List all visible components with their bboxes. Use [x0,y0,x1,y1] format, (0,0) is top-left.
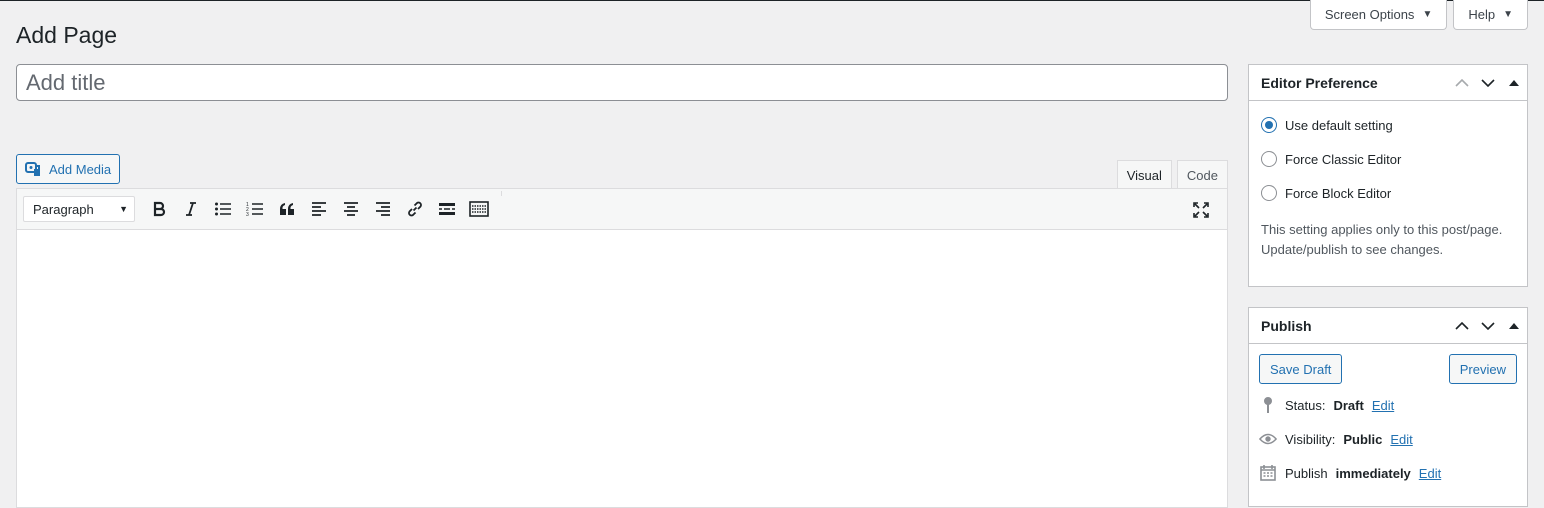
format-select-value: Paragraph [33,201,94,217]
editor-tabs: Visual Code [1116,160,1228,189]
eye-icon [1259,432,1277,446]
add-media-button[interactable]: Add Media [16,154,121,184]
editor-preference-title: Editor Preference [1261,74,1378,91]
screen-options-label: Screen Options [1324,7,1415,22]
option-default-label: Use default setting [1285,117,1393,133]
toolbar-toggle-icon[interactable] [463,194,495,224]
bold-icon[interactable] [143,194,175,224]
screen-options-button[interactable]: Screen Options ▼ [1309,0,1448,30]
page-title: Add Page [16,22,118,48]
align-left-icon[interactable] [303,194,335,224]
numbered-list-icon[interactable]: 123 [239,194,271,224]
fullscreen-icon[interactable] [1185,195,1217,225]
collapse-toggle-icon[interactable] [1501,308,1527,344]
toolbar-divider [501,191,502,196]
svg-text:3: 3 [246,212,249,217]
publish-date-label: Publish [1285,465,1328,481]
screen-meta-links: Screen Options ▼ Help ▼ [1309,0,1528,30]
box-handles [1449,308,1527,343]
option-default: Use default setting [1249,108,1527,142]
status-edit-link[interactable]: Edit [1372,398,1394,413]
collapse-toggle-icon[interactable] [1501,65,1527,101]
radio-default[interactable] [1261,117,1277,133]
add-media-label: Add Media [49,161,112,177]
bulleted-list-icon[interactable] [207,194,239,224]
italic-icon[interactable] [175,194,207,224]
add-media-icon [25,160,43,178]
publish-actions: Save Draft Preview [1249,344,1527,384]
visibility-value: Public [1343,431,1383,447]
link-icon[interactable] [399,194,431,224]
move-down-icon[interactable] [1475,65,1501,101]
status-value: Draft [1333,397,1364,413]
move-up-icon[interactable] [1449,65,1475,101]
caret-down-icon: ▼ [119,204,128,214]
editor-preference-options: Use default setting Force Classic Editor… [1249,101,1527,210]
publish-date-value: immediately [1335,465,1411,481]
editor-toolbar: Paragraph ▼ 123 [17,189,1227,230]
save-draft-button[interactable]: Save Draft [1259,354,1343,384]
help-button[interactable]: Help ▼ [1453,0,1528,30]
caret-down-icon: ▼ [1503,9,1513,20]
caret-down-icon: ▼ [1422,9,1433,20]
editor-preference-header: Editor Preference [1249,65,1527,101]
radio-block[interactable] [1261,185,1277,201]
tab-code[interactable]: Code [1176,160,1228,189]
align-right-icon[interactable] [367,194,399,224]
classic-editor: Paragraph ▼ 123 [16,188,1228,508]
title-input[interactable] [16,64,1228,101]
visibility-row: Visibility: Public Edit [1249,422,1527,456]
preview-button[interactable]: Preview [1448,354,1517,384]
publish-box: Publish Save Draft Preview Status: Draft… [1248,307,1528,507]
editor-preference-box: Editor Preference Use default setting Fo… [1248,64,1528,287]
option-block-label: Force Block Editor [1285,185,1392,201]
move-down-icon[interactable] [1475,308,1501,344]
format-select[interactable]: Paragraph ▼ [23,196,135,222]
read-more-icon[interactable] [431,194,463,224]
status-row: Status: Draft Edit [1249,388,1527,422]
publish-title: Publish [1261,317,1312,334]
pin-icon [1259,396,1277,414]
option-classic: Force Classic Editor [1249,142,1527,176]
editor-preference-note: This setting applies only to this post/p… [1261,222,1503,257]
box-handles [1449,65,1527,100]
visibility-edit-link[interactable]: Edit [1390,432,1412,447]
radio-classic[interactable] [1261,151,1277,167]
blockquote-icon[interactable] [271,194,303,224]
calendar-icon [1259,465,1277,481]
status-label: Status: [1285,397,1326,413]
publish-date-row: Publish immediately Edit [1249,456,1527,490]
tab-visual[interactable]: Visual [1116,160,1172,189]
option-block: Force Block Editor [1249,176,1527,210]
move-up-icon[interactable] [1449,308,1475,344]
publish-header: Publish [1249,308,1527,344]
publish-date-edit-link[interactable]: Edit [1419,466,1441,481]
option-classic-label: Force Classic Editor [1285,151,1402,167]
help-label: Help [1468,7,1496,22]
align-center-icon[interactable] [335,194,367,224]
publish-misc: Status: Draft Edit Visibility: Public Ed… [1249,384,1527,490]
visibility-label: Visibility: [1285,431,1336,447]
